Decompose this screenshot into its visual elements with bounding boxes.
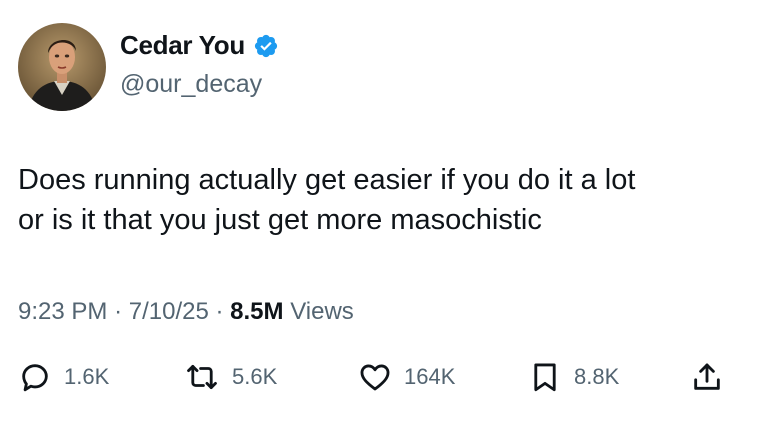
like-count: 164K bbox=[404, 364, 456, 389]
display-name[interactable]: Cedar You bbox=[120, 30, 245, 61]
repost-button[interactable]: 5.6K bbox=[184, 360, 277, 394]
tweet-actions-bar: 1.6K 5.6K 164K 8.8K bbox=[0, 360, 760, 400]
avatar[interactable] bbox=[18, 23, 106, 111]
tweet-card: Cedar You @our_decay Does running actual… bbox=[0, 0, 760, 430]
bookmark-icon bbox=[534, 363, 556, 392]
views-count: 8.5M bbox=[230, 298, 284, 325]
reply-button[interactable]: 1.6K bbox=[18, 360, 109, 394]
bookmark-count: 8.8K bbox=[574, 364, 620, 389]
repost-count: 5.6K bbox=[232, 364, 278, 389]
like-button[interactable]: 164K bbox=[358, 360, 455, 394]
heart-icon bbox=[360, 364, 390, 391]
author-name-row: Cedar You bbox=[120, 30, 279, 61]
tweet-text-line-1: Does running actually get easier if you … bbox=[18, 164, 636, 196]
avatar-portrait-image bbox=[18, 23, 106, 111]
tweet-meta: 9:23 PM · 7/10/25 · 8.5M Views bbox=[18, 298, 354, 326]
repost-icon bbox=[187, 364, 217, 390]
verified-badge-icon bbox=[253, 33, 279, 59]
reply-icon bbox=[22, 364, 48, 392]
meta-separator: · bbox=[114, 298, 123, 325]
views-label: Views bbox=[290, 298, 354, 325]
share-icon bbox=[694, 363, 720, 390]
meta-separator: · bbox=[215, 298, 224, 325]
share-button[interactable] bbox=[690, 360, 724, 394]
tweet-date[interactable]: 7/10/25 bbox=[129, 298, 209, 325]
reply-count: 1.6K bbox=[64, 364, 110, 389]
tweet-text-line-2: or is it that you just get more masochis… bbox=[18, 204, 542, 236]
tweet-text: Does running actually get easier if you … bbox=[18, 160, 738, 240]
tweet-time[interactable]: 9:23 PM bbox=[18, 298, 107, 325]
bookmark-button[interactable]: 8.8K bbox=[528, 360, 619, 394]
user-handle[interactable]: @our_decay bbox=[120, 70, 262, 99]
